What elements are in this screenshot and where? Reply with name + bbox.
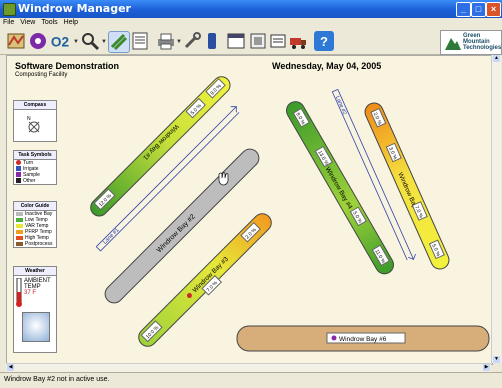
chevron-down-icon[interactable]: ▼ [73, 39, 79, 45]
windrow-bay-6[interactable]: Windrow Bay #6 [236, 325, 490, 352]
scroll-left-icon[interactable]: ◀ [7, 364, 14, 371]
tools-icon[interactable] [182, 31, 202, 51]
map-icon[interactable] [6, 31, 26, 51]
o2-label: O2 [51, 34, 70, 49]
app-window: Windrow Manager _ □ × File View Tools Help … [0, 0, 502, 388]
notepad-icon[interactable] [248, 31, 268, 51]
scroll-up-icon[interactable]: ▲ [493, 55, 500, 62]
menu-view[interactable]: View [17, 18, 38, 26]
bay-layout: Windrow Bay #1 9.0 % 5.0 % 12.0 % Lane #… [90, 76, 490, 352]
title-bar: Windrow Manager _ □ × [0, 0, 502, 18]
notes-icon[interactable] [268, 31, 288, 51]
battery-icon[interactable] [202, 31, 222, 51]
list-icon[interactable] [130, 31, 150, 51]
facility-map: Software Demonstration Composting Facili… [6, 55, 493, 365]
status-bar: Windrow Bay #2 not in active use. [0, 372, 502, 388]
status-text: Windrow Bay #2 not in active use. [4, 376, 110, 383]
mountain-logo-icon [445, 38, 461, 50]
logo-line-3: Technologies [463, 45, 502, 51]
sample-icon [331, 335, 337, 341]
scroll-down-icon[interactable]: ▼ [493, 356, 500, 363]
svg-text:?: ? [320, 34, 328, 49]
o2-icon[interactable]: O2 [50, 31, 72, 51]
truck-icon[interactable] [288, 31, 308, 51]
scroll-right-icon[interactable]: ▶ [483, 364, 490, 371]
app-icon [3, 3, 16, 16]
menu-bar: File View Tools Help [0, 18, 502, 29]
map-toggle-icon[interactable] [108, 31, 130, 53]
help-icon[interactable]: ? [314, 31, 334, 51]
menu-file[interactable]: File [0, 18, 17, 26]
printer-icon[interactable] [156, 31, 176, 51]
company-logo: Green Mountain Technologies [440, 30, 502, 55]
magnifier-icon[interactable] [80, 31, 100, 51]
hand-cursor-icon [218, 172, 229, 186]
menu-tools[interactable]: Tools [38, 18, 60, 26]
chevron-down-icon[interactable]: ▼ [101, 39, 107, 45]
maximize-button[interactable]: □ [471, 2, 486, 17]
window-title: Windrow Manager [18, 2, 131, 15]
calendar-icon[interactable] [226, 31, 246, 51]
minimize-button[interactable]: _ [456, 2, 471, 17]
menu-help[interactable]: Help [61, 18, 81, 26]
toolbar: O2 ▼ ▼ ▼ ? [0, 29, 502, 55]
close-button[interactable]: × [486, 2, 501, 17]
bay-6-label: Windrow Bay #6 [339, 336, 387, 343]
lane-1-label: Lane #1 [102, 227, 120, 245]
vertical-scrollbar[interactable]: ▲ ▼ [491, 55, 501, 363]
disc-icon[interactable] [28, 31, 48, 51]
horizontal-scrollbar[interactable]: ◀ ▶ [6, 363, 491, 372]
